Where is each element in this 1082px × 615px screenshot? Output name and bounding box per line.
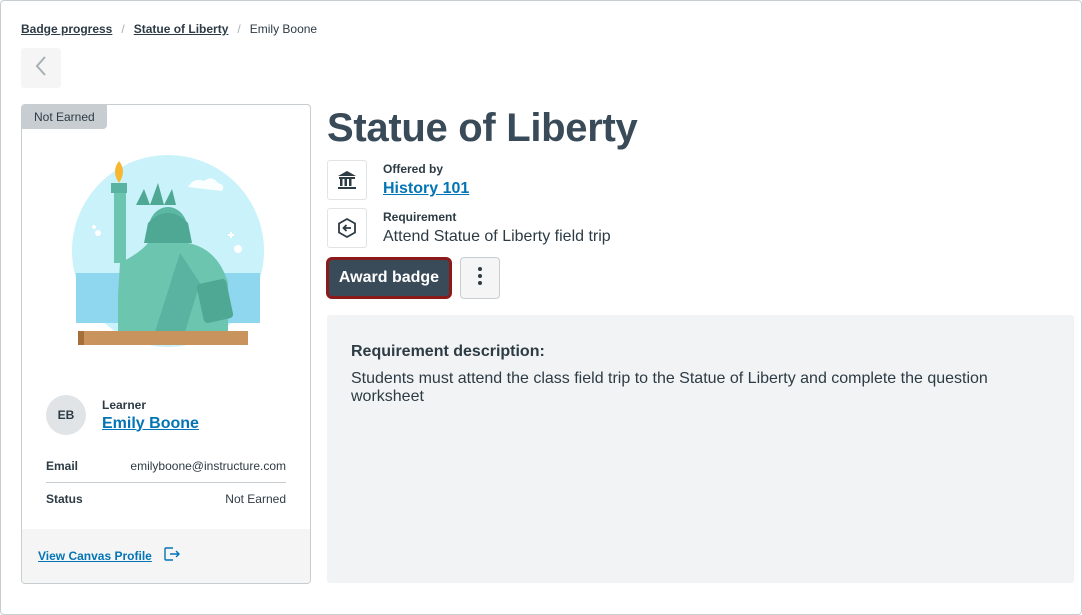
more-vertical-icon bbox=[477, 265, 483, 292]
requirement-description-heading: Requirement description: bbox=[351, 343, 545, 360]
breadcrumb-separator: / bbox=[121, 22, 125, 36]
requirement-label: Requirement bbox=[383, 210, 457, 224]
offered-by-link[interactable]: History 101 bbox=[383, 180, 469, 198]
learner-name-link[interactable]: Emily Boone bbox=[102, 415, 199, 433]
status-label: Status bbox=[46, 492, 83, 506]
email-row: Email emilyboone@instructure.com bbox=[46, 459, 286, 473]
status-row: Status Not Earned bbox=[46, 492, 286, 506]
page-title: Statue of Liberty bbox=[327, 106, 638, 150]
view-canvas-profile-link[interactable]: View Canvas Profile bbox=[38, 549, 152, 563]
divider bbox=[46, 482, 286, 483]
breadcrumb-current: Emily Boone bbox=[249, 22, 318, 36]
breadcrumb: Badge progress / Statue of Liberty / Emi… bbox=[21, 22, 317, 36]
offered-by-block: Offered by History 101 bbox=[327, 160, 469, 200]
external-link-icon bbox=[164, 546, 180, 566]
more-options-button[interactable] bbox=[460, 257, 500, 299]
breadcrumb-separator: / bbox=[237, 22, 241, 36]
requirement-block: Requirement Attend Statue of Liberty fie… bbox=[327, 208, 611, 248]
requirement-description-body: Students must attend the class field tri… bbox=[351, 370, 988, 405]
award-badge-label: Award badge bbox=[338, 269, 440, 286]
avatar: EB bbox=[46, 395, 86, 435]
building-icon bbox=[327, 160, 367, 200]
status-value: Not Earned bbox=[225, 492, 286, 506]
back-button[interactable] bbox=[21, 48, 61, 88]
badge-image bbox=[68, 153, 268, 353]
requirement-description-panel: Requirement description: Students must a… bbox=[327, 315, 1074, 583]
requirement-icon bbox=[327, 208, 367, 248]
email-label: Email bbox=[46, 459, 79, 473]
breadcrumb-statue-of-liberty[interactable]: Statue of Liberty bbox=[134, 22, 229, 36]
card-footer: View Canvas Profile bbox=[22, 529, 310, 583]
award-badge-button[interactable]: Award badge bbox=[326, 257, 452, 299]
offered-by-label: Offered by bbox=[383, 162, 444, 176]
learner-label: Learner bbox=[102, 397, 147, 412]
breadcrumb-badge-progress[interactable]: Badge progress bbox=[21, 22, 112, 36]
email-value: emilyboone@instructure.com bbox=[130, 459, 286, 473]
requirement-value: Attend Statue of Liberty field trip bbox=[383, 228, 611, 245]
learner-block: EB Learner Emily Boone bbox=[46, 395, 199, 435]
learner-card: Not Earned EB Learner Emily Boone Email … bbox=[21, 104, 311, 584]
chevron-left-icon bbox=[34, 55, 48, 82]
status-pill: Not Earned bbox=[22, 105, 107, 129]
